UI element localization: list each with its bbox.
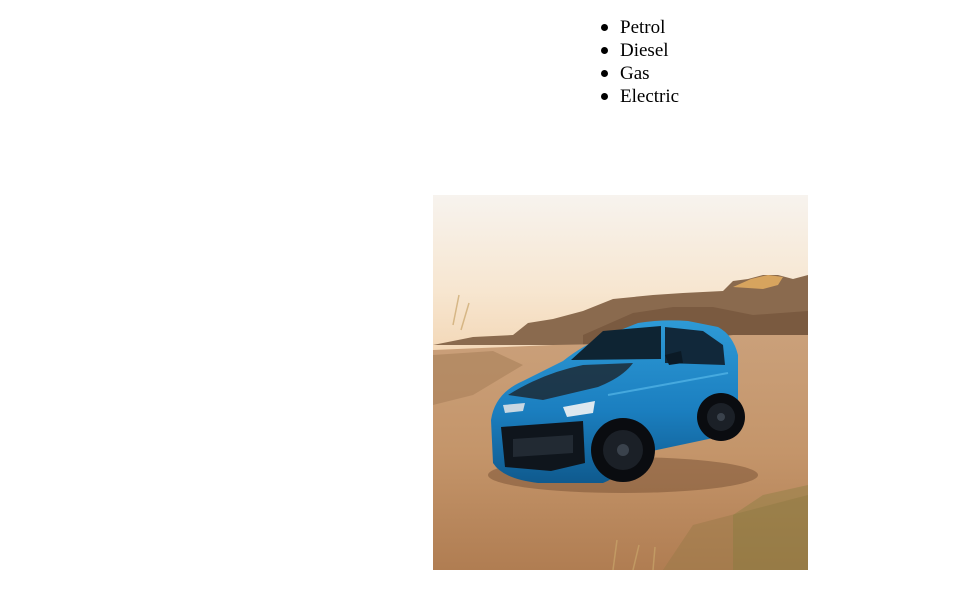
fuel-type-label: Gas: [620, 63, 650, 84]
list-item: Gas: [601, 62, 679, 85]
fuel-type-list: Petrol Diesel Gas Electric: [601, 16, 680, 108]
list-item: Electric: [601, 85, 680, 108]
fuel-type-label: Petrol: [620, 17, 666, 38]
bullet-icon: [601, 24, 608, 31]
fuel-type-label: Diesel: [620, 40, 669, 61]
bullet-icon: [601, 47, 608, 54]
car-image: [433, 195, 808, 570]
list-item: Petrol: [601, 16, 679, 39]
bullet-icon: [601, 70, 608, 77]
bullet-icon: [601, 93, 608, 100]
list-item: Diesel: [601, 39, 679, 62]
fuel-type-label: Electric: [620, 86, 680, 107]
